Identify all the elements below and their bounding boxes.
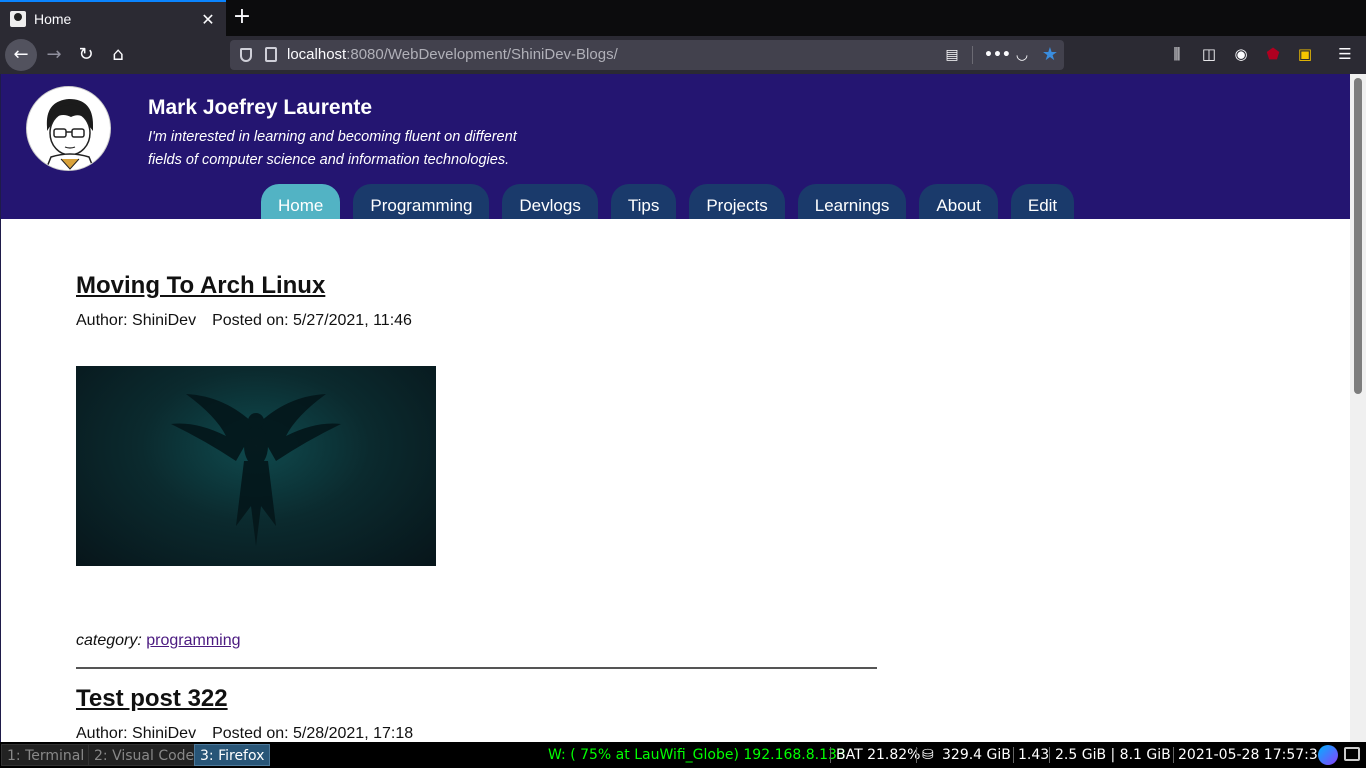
status-separator [1049, 747, 1050, 763]
post-title-link[interactable]: Test post 322 [76, 685, 876, 713]
status-separator [1013, 747, 1014, 763]
account-icon[interactable]: ◉ [1231, 44, 1251, 64]
site-tagline: I'm interested in learning and becoming … [148, 129, 517, 168]
blog-post: Moving To Arch Linux Author: ShiniDev Pos… [76, 272, 876, 649]
post-meta: Author: ShiniDev Posted on: 5/28/2021, 17… [76, 725, 876, 742]
workspace-3[interactable]: 3: Firefox [194, 744, 271, 766]
blog-post: Test post 322 Author: ShiniDev Posted on:… [76, 685, 876, 742]
page-scrollbar[interactable] [1350, 74, 1366, 742]
datetime-status: 2021-05-28 17:57:36 [1178, 747, 1327, 763]
messenger-tray-icon[interactable] [1318, 745, 1338, 765]
nav-devlogs[interactable]: Devlogs [502, 184, 598, 219]
nav-edit[interactable]: Edit [1010, 184, 1075, 219]
menu-icon[interactable]: ☰ [1335, 44, 1355, 64]
category-label: category: [76, 632, 142, 649]
close-tab-icon[interactable]: ✕ [200, 10, 216, 29]
bookmark-star-icon[interactable]: ★ [1040, 45, 1060, 65]
screen-tray-icon[interactable] [1344, 747, 1360, 761]
nav-programming[interactable]: Programming [353, 184, 490, 219]
disk-status: 329.4 GiB [942, 747, 1011, 763]
workspace-2[interactable]: 2: Visual Code [88, 744, 201, 766]
memory-status: 2.5 GiB | 8.1 GiB [1055, 747, 1171, 763]
disk-icon: ⛁ [922, 747, 934, 763]
post-image [76, 366, 436, 566]
post-divider [76, 667, 877, 669]
page-info-icon[interactable] [265, 47, 277, 62]
page-content: Mark Joefrey Laurente I'm interested in … [0, 74, 1366, 742]
post-meta: Author: ShiniDev Posted on: 5/27/2021, 11… [76, 312, 876, 330]
save-extension-icon[interactable]: ▣ [1295, 44, 1315, 64]
category-link[interactable]: programming [146, 632, 240, 649]
avatar [26, 86, 111, 171]
sidebar-icon[interactable]: ◫ [1199, 44, 1219, 64]
site-nav: Home Programming Devlogs Tips Projects L… [261, 184, 1075, 219]
back-button[interactable]: ← [5, 39, 37, 71]
site-header: Mark Joefrey Laurente I'm interested in … [1, 74, 1351, 219]
site-name: Mark Joefrey Laurente [148, 96, 373, 119]
load-status: 1.43 [1018, 747, 1050, 763]
status-separator [916, 747, 917, 763]
nav-tips[interactable]: Tips [610, 184, 677, 219]
post-title-link[interactable]: Moving To Arch Linux [76, 272, 876, 300]
nav-home[interactable]: Home [261, 184, 341, 219]
wifi-status: W: ( 75% at LauWifi_Globe) 192.168.8.133 [548, 747, 846, 763]
home-button[interactable]: ⌂ [102, 39, 134, 71]
post-date: Posted on: 5/27/2021, 11:46 [212, 312, 412, 329]
navigation-toolbar: ← → ↻ ⌂ localhost:8080/WebDevelopment/Sh… [0, 36, 1366, 74]
nav-learnings[interactable]: Learnings [797, 184, 907, 219]
tab-title: Home [34, 11, 72, 27]
battery-status: BAT 21.82% [836, 747, 921, 763]
url-host: localhost [287, 46, 347, 63]
url-path: :8080/WebDevelopment/ShiniDev-Blogs/ [346, 46, 618, 63]
scrollbar-thumb[interactable] [1354, 78, 1362, 394]
reload-button[interactable]: ↻ [70, 39, 102, 71]
new-tab-button[interactable]: + [230, 6, 254, 30]
site-favicon-icon [10, 11, 26, 27]
ublock-icon[interactable]: ⬟ [1263, 44, 1283, 64]
url-text[interactable]: localhost:8080/WebDevelopment/ShiniDev-B… [287, 46, 618, 63]
post-date: Posted on: 5/28/2021, 17:18 [212, 725, 414, 742]
url-bar[interactable]: localhost:8080/WebDevelopment/ShiniDev-B… [230, 40, 1064, 70]
url-bar-separator [972, 46, 973, 64]
forward-button[interactable]: → [38, 39, 70, 71]
post-category: category: programming [76, 632, 241, 650]
workspace-1[interactable]: 1: Terminal [1, 744, 91, 766]
status-separator [830, 747, 831, 763]
reader-view-icon[interactable]: ▤ [942, 45, 962, 65]
pocket-icon[interactable]: ◡ [1012, 45, 1032, 65]
system-status-bar: 1: Terminal 2: Visual Code 3: Firefox W:… [0, 742, 1366, 768]
post-author: Author: ShiniDev [76, 725, 197, 742]
nav-projects[interactable]: Projects [689, 184, 785, 219]
post-author: Author: ShiniDev [76, 312, 197, 329]
status-separator [1173, 747, 1174, 763]
nav-about[interactable]: About [919, 184, 998, 219]
tab-strip: Home ✕ + [0, 0, 1366, 36]
page-actions-icon[interactable]: ••• [984, 45, 1011, 65]
library-icon[interactable]: ⫼ [1167, 44, 1187, 64]
tracking-protection-icon[interactable] [240, 48, 252, 62]
tab-home[interactable]: Home ✕ [0, 0, 226, 36]
